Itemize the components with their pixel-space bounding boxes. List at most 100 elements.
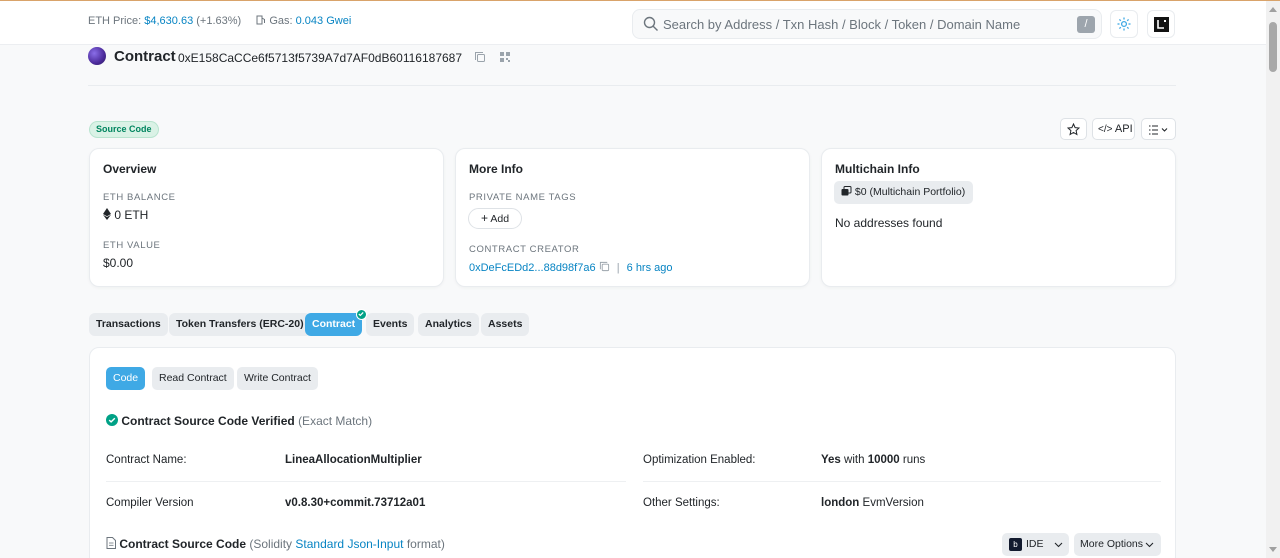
optimization-runs-suffix: runs: [902, 454, 926, 466]
scrollbar-thumb[interactable]: [1269, 22, 1277, 72]
evm-version-suffix: EvmVersion: [862, 497, 924, 509]
overview-title: Overview: [103, 162, 157, 176]
tab-contract[interactable]: Contract: [305, 309, 368, 336]
optimization-value: Yes with 10000 runs: [821, 454, 925, 466]
evm-version: london: [821, 497, 860, 509]
verification-status: Contract Source Code Verified (Exact Mat…: [106, 414, 372, 428]
eth-value-label: ETH VALUE: [103, 240, 161, 251]
eth-price-change: (+1.63%): [196, 15, 242, 27]
more-info-title: More Info: [469, 162, 523, 176]
creation-txn-link[interactable]: 6 hrs ago: [627, 262, 673, 274]
page-scrollbar[interactable]: [1266, 1, 1280, 558]
eth-balance-amount: 0 ETH: [114, 208, 149, 222]
json-input-link[interactable]: Standard Json-Input: [295, 537, 403, 551]
optimization-label: Optimization Enabled:: [643, 454, 756, 466]
add-name-tag-button[interactable]: + Add: [468, 208, 523, 229]
ide-logo-icon: b: [1009, 538, 1022, 551]
contract-avatar: [88, 47, 106, 65]
source-code-title: Contract Source Code: [119, 537, 247, 551]
code-brackets-icon: </>: [1098, 124, 1113, 135]
no-addresses-text: No addresses found: [835, 216, 943, 230]
api-label: API: [1114, 123, 1133, 135]
search-icon: [643, 16, 659, 35]
top-bar: ETH Price: $4,630.63 (+1.63%) Gas: 0.043…: [0, 1, 1266, 45]
coins-icon: [841, 186, 852, 196]
eth-balance-label: ETH BALANCE: [103, 192, 176, 203]
tab-assets[interactable]: Assets: [481, 313, 530, 336]
qr-code-icon[interactable]: [499, 51, 511, 66]
private-name-tags-label: PRIVATE NAME TAGS: [469, 192, 577, 203]
optimization-with: with: [844, 454, 865, 466]
subtab-read-contract[interactable]: Read Contract: [152, 367, 234, 390]
eth-value-amount: $0.00: [103, 256, 134, 270]
contract-creator-label: CONTRACT CREATOR: [469, 244, 580, 255]
contract-panel: Code Read Contract Write Contract Contra…: [89, 347, 1176, 558]
gas-icon: [256, 15, 269, 27]
source-code-badge[interactable]: Source Code: [89, 121, 159, 138]
compiler-value: v0.8.30+commit.73712a01: [285, 497, 426, 509]
more-options-button[interactable]: More Options: [1074, 533, 1161, 556]
multichain-info-title: Multichain Info: [835, 162, 920, 176]
page-title: Contract: [114, 48, 176, 65]
add-label: Add: [490, 213, 510, 225]
header-divider: [88, 85, 1176, 86]
chevron-down-icon: [1054, 542, 1063, 548]
tab-analytics[interactable]: Analytics: [418, 313, 479, 336]
plus-icon: +: [481, 211, 489, 225]
api-button[interactable]: </> API: [1092, 118, 1135, 140]
subtab-write-contract[interactable]: Write Contract: [237, 367, 318, 390]
more-info-card: More Info PRIVATE NAME TAGS + Add CONTRA…: [455, 148, 810, 287]
sun-icon: [1117, 17, 1131, 31]
scroll-down-icon[interactable]: [1269, 547, 1277, 552]
multichain-portfolio-button[interactable]: $0 (Multichain Portfolio): [834, 181, 974, 204]
verification-title: Contract Source Code Verified: [121, 414, 295, 428]
contract-name-label: Contract Name:: [106, 454, 187, 466]
tab-transactions[interactable]: Transactions: [89, 313, 168, 336]
separator: |: [616, 262, 620, 274]
source-paren-close: format): [406, 537, 445, 551]
search-box[interactable]: /: [632, 9, 1102, 39]
favorite-button[interactable]: [1060, 118, 1087, 140]
contract-name-value: LineaAllocationMultiplier: [285, 454, 422, 466]
source-paren-open: (Solidity: [249, 537, 293, 551]
list-icon: [1149, 125, 1168, 135]
network-switch-button[interactable]: [1147, 10, 1175, 38]
scroll-up-icon[interactable]: [1269, 7, 1277, 12]
tab-contract-label: Contract: [312, 318, 356, 330]
optimization-yes: Yes: [821, 454, 841, 466]
tab-token-transfers[interactable]: Token Transfers (ERC-20): [169, 313, 311, 336]
verification-match: (Exact Match): [298, 414, 373, 428]
row-divider: [643, 481, 1161, 482]
check-circle-icon: [106, 414, 118, 426]
more-options-label: More Options: [1080, 538, 1144, 550]
theme-toggle-button[interactable]: [1110, 10, 1138, 38]
eth-balance-value: 0 ETH: [103, 208, 148, 222]
linea-logo-icon: [1154, 17, 1169, 32]
chevron-down-icon: [1145, 542, 1154, 548]
copy-icon[interactable]: [599, 261, 613, 274]
search-shortcut-key: /: [1077, 16, 1095, 33]
search-input[interactable]: [663, 14, 1063, 34]
row-divider: [106, 481, 626, 482]
ide-button[interactable]: b IDE: [1002, 533, 1069, 556]
gas-value-link[interactable]: 0.043 Gwei: [296, 15, 352, 27]
creator-address-link[interactable]: 0xDeFcEDd2...88d98f7a6: [469, 262, 596, 274]
copy-icon[interactable]: [474, 51, 486, 66]
eth-price-label: ETH Price:: [88, 15, 142, 27]
gas-label: Gas:: [269, 15, 293, 27]
contract-address: 0xE158CaCCe6f5713f5739A7d7AF0dB601161876…: [178, 51, 463, 65]
eth-price-link[interactable]: $4,630.63: [144, 15, 193, 27]
star-icon: [1067, 123, 1080, 136]
ethereum-icon: [103, 208, 111, 220]
ide-label: IDE: [1026, 538, 1044, 550]
price-ticker: ETH Price: $4,630.63 (+1.63%) Gas: 0.043…: [88, 15, 351, 27]
more-menu-button[interactable]: [1141, 118, 1176, 140]
tab-events[interactable]: Events: [366, 313, 415, 336]
subtab-code[interactable]: Code: [106, 367, 146, 390]
compiler-label: Compiler Version: [106, 497, 194, 509]
file-icon: [106, 537, 116, 549]
multichain-portfolio-label: $0 (Multichain Portfolio): [854, 186, 966, 198]
multichain-info-card: Multichain Info $0 (Multichain Portfolio…: [821, 148, 1176, 287]
other-settings-value: london EvmVersion: [821, 497, 924, 509]
other-settings-label: Other Settings:: [643, 497, 720, 509]
